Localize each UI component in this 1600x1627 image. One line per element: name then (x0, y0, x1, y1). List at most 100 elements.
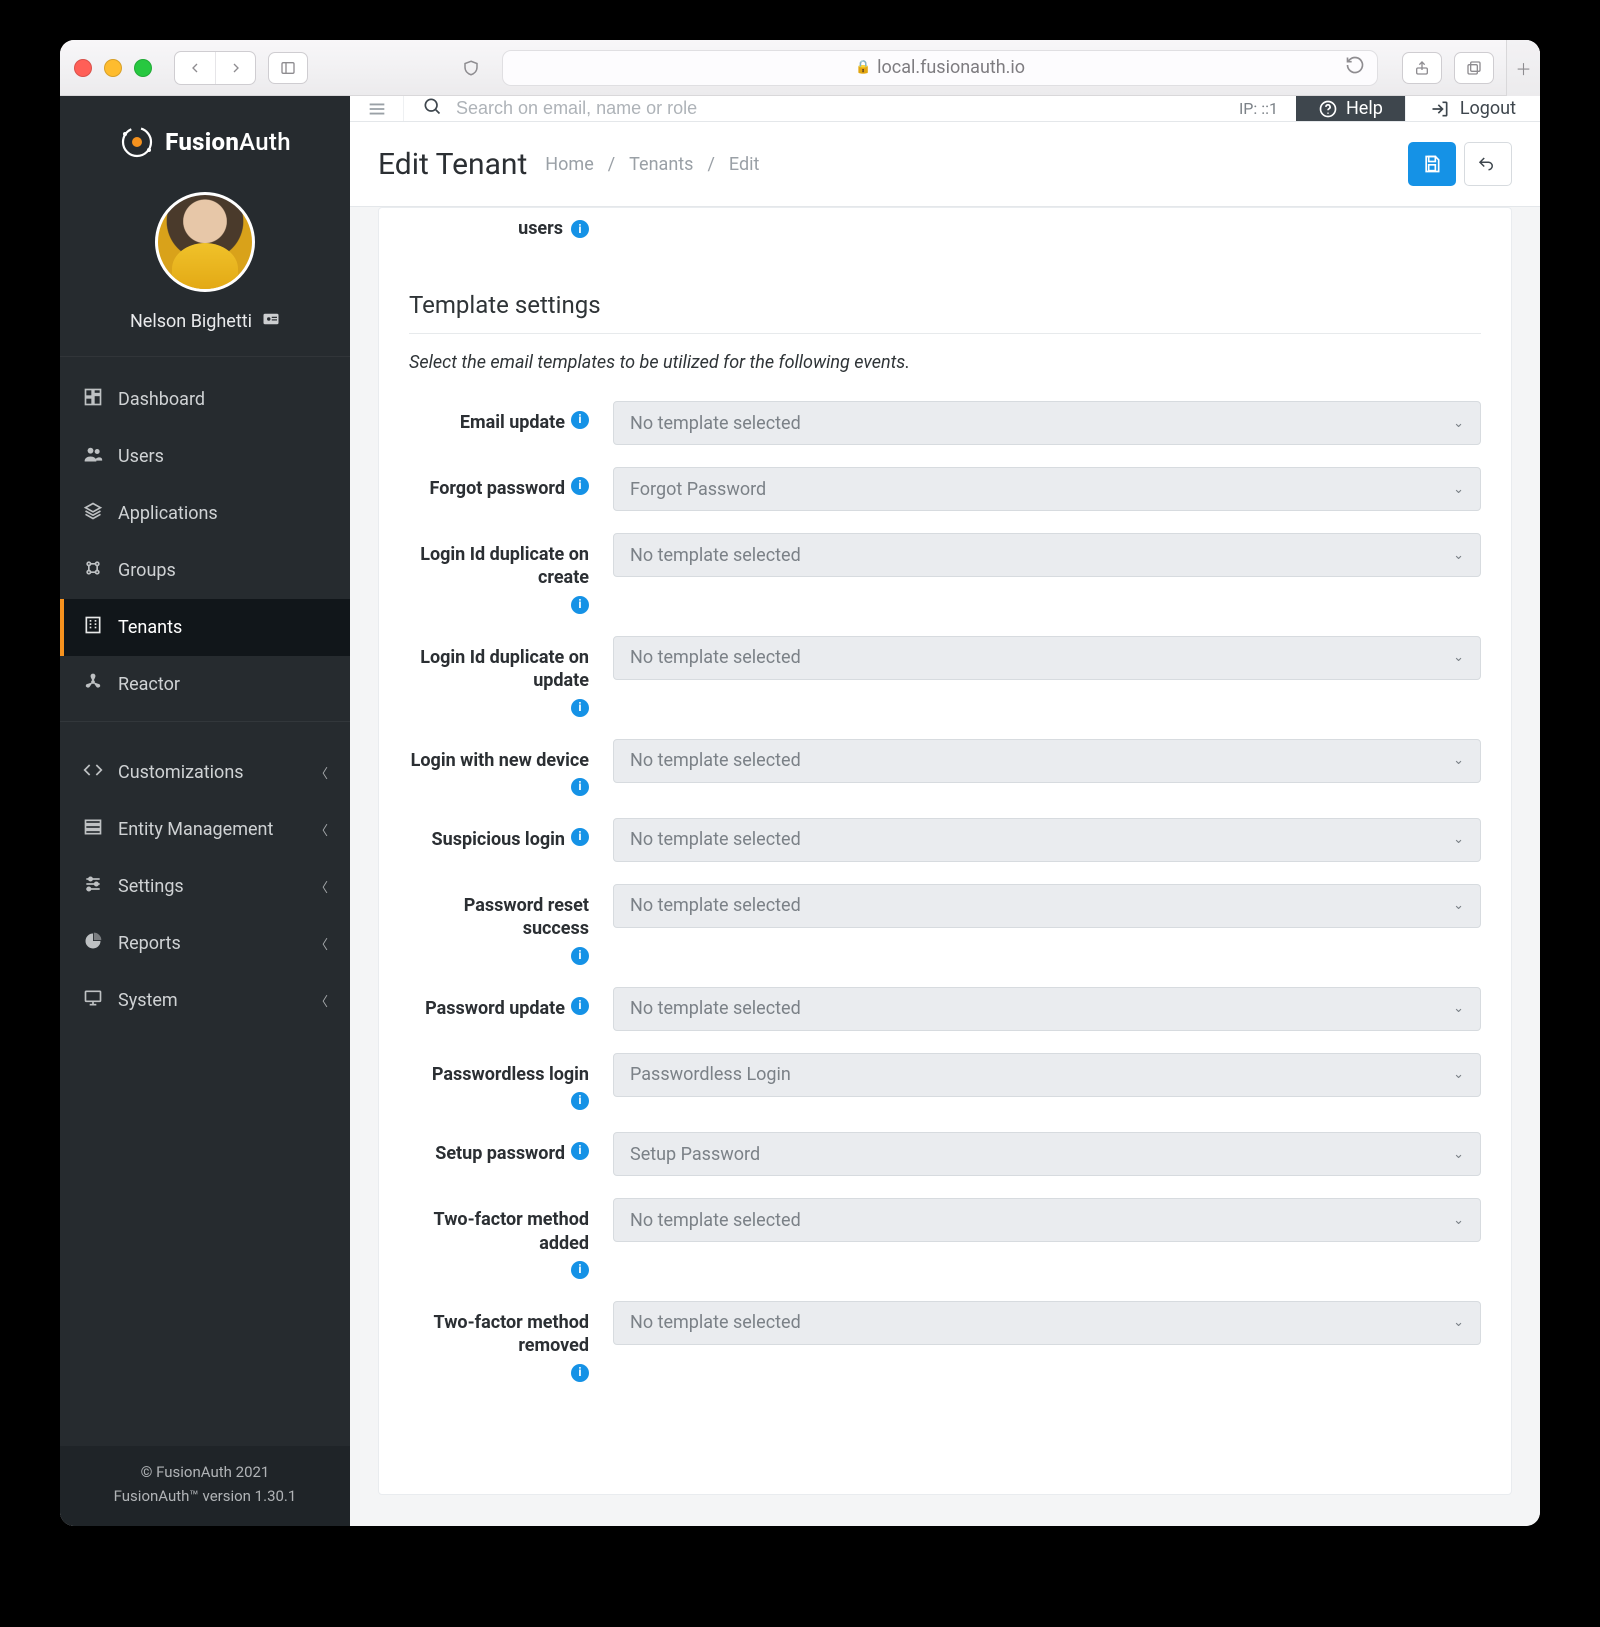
sidebar-group-settings[interactable]: Settings〈 (60, 858, 350, 915)
select-value: No template selected (630, 413, 801, 434)
main: IP: ::1 Help Logout Edit Tenant Home / Ten… (350, 96, 1540, 1526)
sidebar-item-label: System (118, 990, 178, 1011)
info-icon[interactable]: i (571, 778, 589, 796)
template-select-password-reset-success[interactable]: No template selected ⌄ (613, 884, 1481, 928)
info-icon[interactable]: i (571, 596, 589, 614)
breadcrumb-link[interactable]: Tenants (629, 154, 693, 175)
share-button[interactable] (1402, 52, 1442, 84)
sidebar: FusionAuth Nelson Bighetti DashboardUser… (60, 96, 350, 1526)
chevron-down-icon: ⌄ (1453, 1315, 1464, 1330)
search (404, 96, 1206, 121)
applications-icon (82, 501, 104, 526)
sidebar-group-system[interactable]: System〈 (60, 972, 350, 1029)
template-select-suspicious-login[interactable]: No template selected⌄ (613, 818, 1481, 862)
select-value: No template selected (630, 895, 801, 916)
info-icon[interactable]: i (571, 1261, 589, 1279)
profile-name[interactable]: Nelson Bighetti (130, 310, 280, 332)
template-label: Forgot password i (409, 467, 589, 500)
browser-window: 🔒 local.fusionauth.io ＋ (60, 40, 1540, 1526)
select-value: Forgot Password (630, 479, 766, 500)
help-button[interactable]: Help (1296, 96, 1405, 121)
template-select-login-id-duplicate-on-update[interactable]: No template selected⌄ (613, 636, 1481, 680)
users-icon (82, 444, 104, 469)
sidebar-toggle-button[interactable] (268, 52, 308, 84)
sidebar-item-dashboard[interactable]: Dashboard (60, 371, 350, 428)
sidebar-group-reports[interactable]: Reports〈 (60, 915, 350, 972)
sidebar-item-users[interactable]: Users (60, 428, 350, 485)
breadcrumb-link[interactable]: Home (545, 154, 593, 175)
window-minimize-button[interactable] (104, 59, 122, 77)
brand-logo-icon (119, 124, 155, 160)
logout-button[interactable]: Logout (1405, 96, 1540, 121)
info-icon[interactable]: i (571, 411, 589, 429)
window-close-button[interactable] (74, 59, 92, 77)
template-select-setup-password[interactable]: Setup Password⌄ (613, 1132, 1481, 1176)
chevron-down-icon: ⌄ (1453, 753, 1464, 768)
profile: Nelson Bighetti (60, 188, 350, 357)
back-action-button[interactable] (1464, 142, 1512, 186)
template-select-forgot-password[interactable]: Forgot Password⌄ (613, 467, 1481, 511)
topbar: IP: ::1 Help Logout (350, 96, 1540, 122)
info-icon[interactable]: i (571, 477, 589, 495)
template-label: Password update i (409, 987, 589, 1020)
search-input[interactable] (456, 98, 1188, 119)
template-select-passwordless-login[interactable]: Passwordless Login⌄ (613, 1053, 1481, 1097)
info-icon[interactable]: i (571, 828, 589, 846)
header-actions (1408, 142, 1512, 186)
select-value: No template selected (630, 545, 801, 566)
template-label: Login Id duplicate on update i (409, 636, 589, 717)
privacy-shield-icon[interactable] (452, 52, 490, 84)
template-select-login-id-duplicate-on-create[interactable]: No template selected⌄ (613, 533, 1481, 577)
browser-chrome: 🔒 local.fusionauth.io ＋ (60, 40, 1540, 96)
section-title: Template settings (409, 261, 1481, 334)
select-value: No template selected (630, 647, 801, 668)
breadcrumb-link[interactable]: Edit (729, 154, 759, 175)
page-title: Edit Tenant (378, 147, 527, 182)
brand[interactable]: FusionAuth (60, 96, 350, 188)
template-row-setup-password: Setup password iSetup Password⌄ (409, 1132, 1481, 1176)
info-icon[interactable]: i (571, 947, 589, 965)
collapse-sidebar-button[interactable] (350, 96, 404, 121)
info-icon[interactable]: i (571, 1142, 589, 1160)
template-select-login-with-new-device[interactable]: No template selected⌄ (613, 739, 1481, 783)
forward-button[interactable] (215, 52, 255, 84)
version-text: FusionAuth™ version 1.30.1 (70, 1484, 340, 1508)
template-select-password-update[interactable]: No template selected⌄ (613, 987, 1481, 1031)
url-bar[interactable]: 🔒 local.fusionauth.io (502, 50, 1378, 86)
groups-icon (82, 558, 104, 583)
code-icon (82, 760, 104, 785)
info-icon[interactable]: i (571, 1092, 589, 1110)
refresh-button[interactable] (1345, 55, 1365, 80)
sidebar-item-tenants[interactable]: Tenants (60, 599, 350, 656)
sidebar-item-label: Reports (118, 933, 181, 954)
template-label: Two-factor method removed i (409, 1301, 589, 1382)
primary-nav: DashboardUsersApplicationsGroupsTenantsR… (60, 357, 350, 713)
sidebar-group-entity-management[interactable]: Entity Management〈 (60, 801, 350, 858)
template-select-email-update[interactable]: No template selected⌄ (613, 401, 1481, 445)
sidebar-item-applications[interactable]: Applications (60, 485, 350, 542)
template-row-login-with-new-device: Login with new device i No template selec… (409, 739, 1481, 796)
template-select-two-factor-method-added[interactable]: No template selected⌄ (613, 1198, 1481, 1242)
save-button[interactable] (1408, 142, 1456, 186)
template-select-two-factor-method-removed[interactable]: No template selected⌄ (613, 1301, 1481, 1345)
info-icon[interactable]: i (571, 997, 589, 1015)
template-row-login-id-duplicate-on-update: Login Id duplicate on update i No templat… (409, 636, 1481, 717)
chevron-down-icon: ⌄ (1453, 898, 1464, 913)
sidebar-item-reactor[interactable]: Reactor (60, 656, 350, 713)
template-row-two-factor-method-removed: Two-factor method removed i No template s… (409, 1301, 1481, 1382)
back-button[interactable] (175, 52, 215, 84)
avatar[interactable] (155, 192, 255, 292)
tabs-button[interactable] (1454, 52, 1494, 84)
sidebar-group-customizations[interactable]: Customizations〈 (60, 744, 350, 801)
info-icon[interactable]: i (571, 699, 589, 717)
info-icon[interactable]: i (571, 1364, 589, 1382)
template-row-passwordless-login: Passwordless login iPasswordless Login⌄ (409, 1053, 1481, 1110)
template-label: Login with new device i (409, 739, 589, 796)
sidebar-item-groups[interactable]: Groups (60, 542, 350, 599)
url-text: local.fusionauth.io (877, 57, 1025, 78)
info-icon[interactable]: i (571, 220, 589, 238)
breadcrumb-separator: / (707, 154, 714, 175)
new-tab-button[interactable]: ＋ (1506, 40, 1540, 96)
window-zoom-button[interactable] (134, 59, 152, 77)
chevron-left-icon: 〈 (315, 877, 328, 896)
